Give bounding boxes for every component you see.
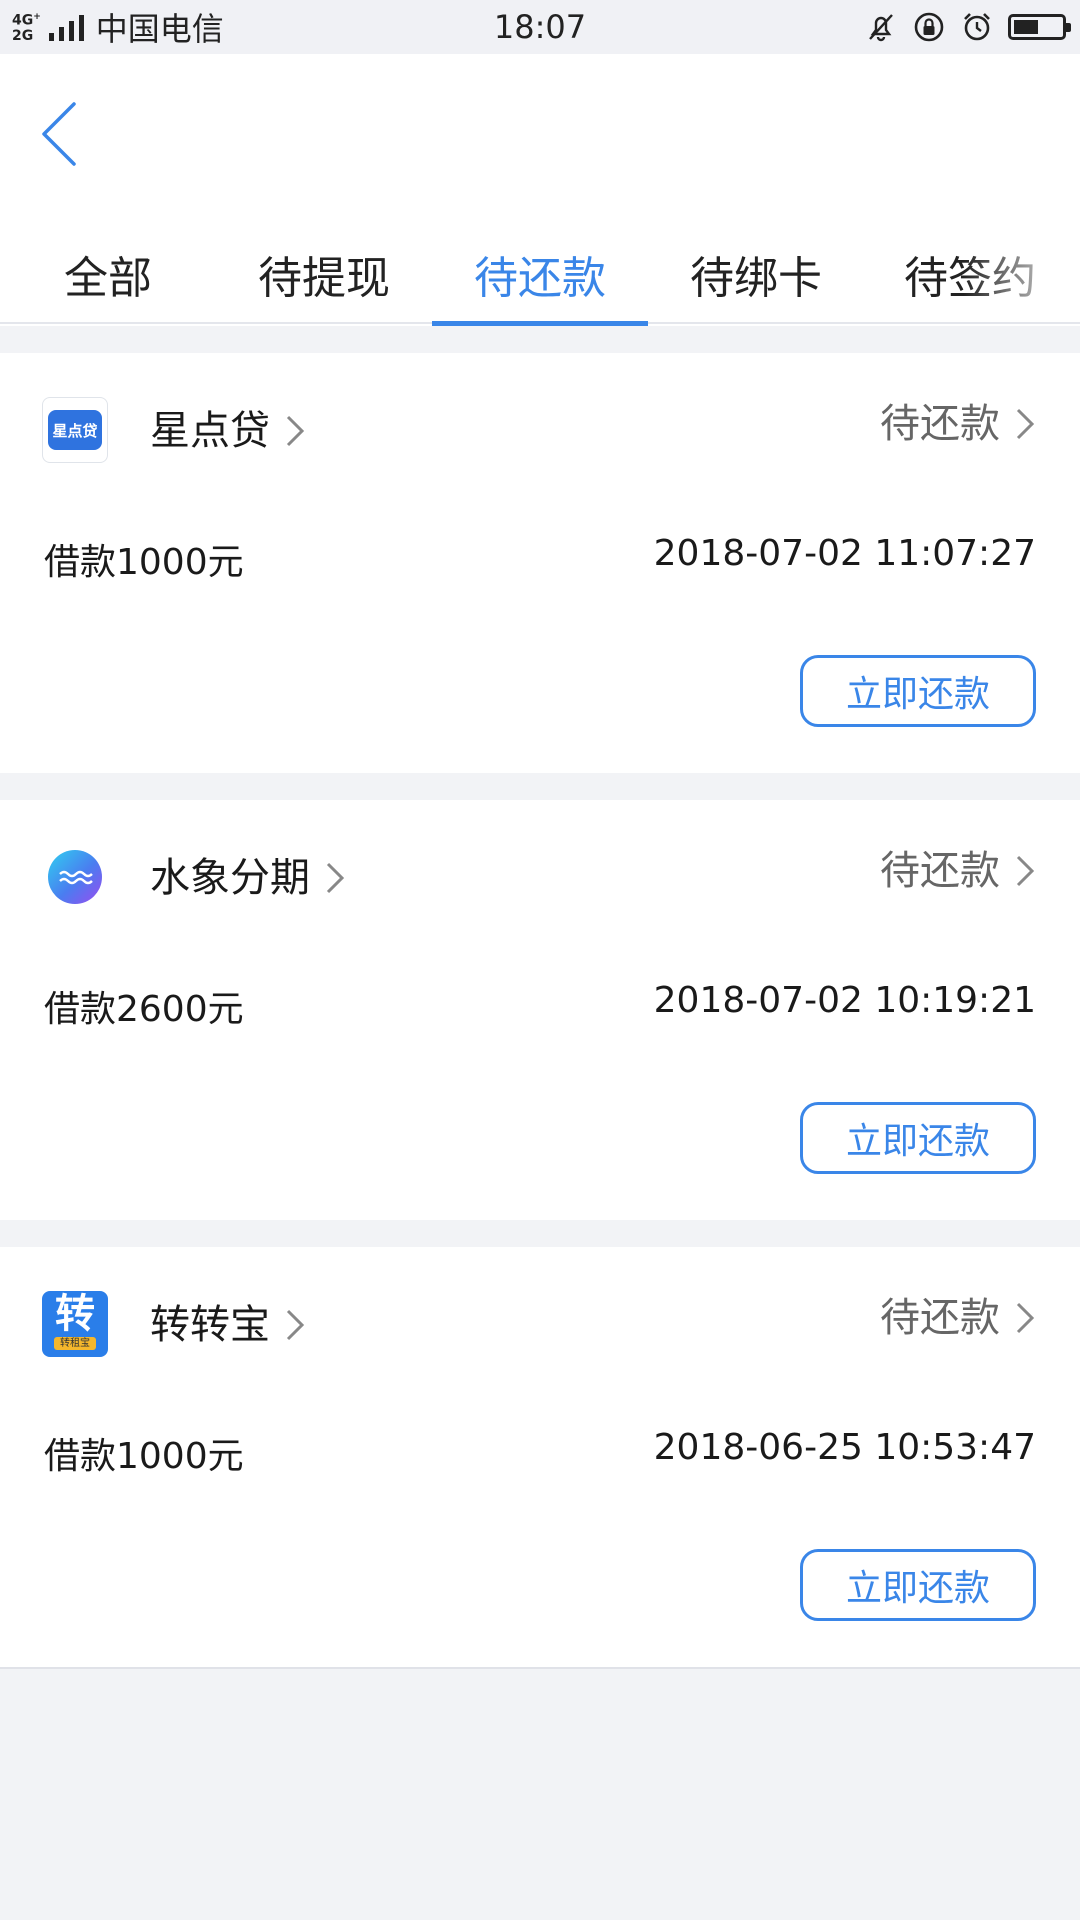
list-bottom-divider bbox=[0, 1667, 1080, 1669]
status-link[interactable]: 待还款 bbox=[880, 391, 1038, 449]
back-button[interactable] bbox=[30, 94, 90, 174]
tab-pending-card-binding[interactable]: 待绑卡 bbox=[648, 214, 864, 324]
tab-pending-contract[interactable]: 待签约 bbox=[864, 214, 1080, 324]
chevron-right-icon bbox=[286, 1309, 305, 1341]
tab-label: 待还款 bbox=[474, 253, 606, 304]
status-bar-right bbox=[864, 8, 1071, 46]
chevron-right-icon bbox=[1016, 408, 1035, 440]
loan-status: 待还款 bbox=[880, 848, 1000, 894]
loan-amount: 借款1000元 bbox=[44, 1436, 244, 1477]
loan-datetime: 2018-07-02 10:19:21 bbox=[653, 980, 1036, 1021]
chevron-right-icon bbox=[1016, 855, 1035, 887]
repay-now-button[interactable]: 立即还款 bbox=[800, 1102, 1036, 1174]
water-wave-icon bbox=[48, 850, 102, 904]
status-bar: 4G+ 2G 中国电信 18:07 bbox=[0, 0, 1080, 54]
back-arrow-icon bbox=[42, 102, 76, 166]
repay-now-button[interactable]: 立即还款 bbox=[800, 655, 1036, 727]
app-name: 星点贷 bbox=[150, 408, 270, 454]
chevron-right-icon bbox=[1016, 1302, 1035, 1334]
mute-bell-icon bbox=[869, 14, 893, 42]
tab-pending-repayment[interactable]: 待还款 bbox=[432, 214, 648, 326]
tab-all[interactable]: 全部 bbox=[0, 214, 216, 324]
chevron-right-icon bbox=[286, 415, 305, 447]
repay-now-button[interactable]: 立即还款 bbox=[800, 1549, 1036, 1621]
loan-datetime: 2018-06-25 10:53:47 bbox=[653, 1427, 1036, 1468]
xingdiandai-logo: 星点贷 bbox=[42, 397, 108, 463]
app-name: 转转宝 bbox=[150, 1302, 270, 1348]
loan-status: 待还款 bbox=[880, 401, 1000, 447]
app-name-link[interactable]: 星点贷 bbox=[150, 398, 308, 456]
loan-card: 星点贷 星点贷 待还款 借款1000元 2018-07-02 11:07:27 … bbox=[0, 353, 1080, 773]
app-name-link[interactable]: 水象分期 bbox=[150, 845, 348, 903]
loan-card: 水象分期 待还款 借款2600元 2018-07-02 10:19:21 立即还… bbox=[0, 800, 1080, 1220]
app-name-link[interactable]: 转转宝 bbox=[150, 1292, 308, 1350]
alarm-clock-icon bbox=[964, 13, 990, 41]
tab-pending-withdrawal[interactable]: 待提现 bbox=[216, 214, 432, 324]
zhuanzhuanbao-logo: 转 转租宝 bbox=[42, 1291, 108, 1357]
shuixiang-logo bbox=[42, 844, 108, 910]
loan-amount: 借款2600元 bbox=[44, 989, 244, 1030]
tab-label: 全部 bbox=[64, 253, 152, 304]
rotation-lock-icon bbox=[914, 12, 944, 42]
status-link[interactable]: 待还款 bbox=[880, 1285, 1038, 1343]
loan-amount: 借款1000元 bbox=[44, 542, 244, 583]
app-name: 水象分期 bbox=[150, 855, 310, 901]
loan-status: 待还款 bbox=[880, 1295, 1000, 1341]
loan-card: 转 转租宝 转转宝 待还款 借款1000元 2018-06-25 10:53:4… bbox=[0, 1247, 1080, 1667]
tab-label: 待签约 bbox=[904, 242, 1036, 306]
battery-icon bbox=[1008, 14, 1071, 40]
tab-label: 待绑卡 bbox=[690, 253, 822, 304]
chevron-right-icon bbox=[326, 862, 345, 894]
loan-datetime: 2018-07-02 11:07:27 bbox=[653, 533, 1036, 574]
page-header: 全部 待提现 待还款 待绑卡 待签约 bbox=[0, 54, 1080, 326]
tab-label: 待提现 bbox=[258, 253, 390, 304]
status-link[interactable]: 待还款 bbox=[880, 838, 1038, 896]
loan-status-tabs: 全部 待提现 待还款 待绑卡 待签约 bbox=[0, 214, 1080, 326]
